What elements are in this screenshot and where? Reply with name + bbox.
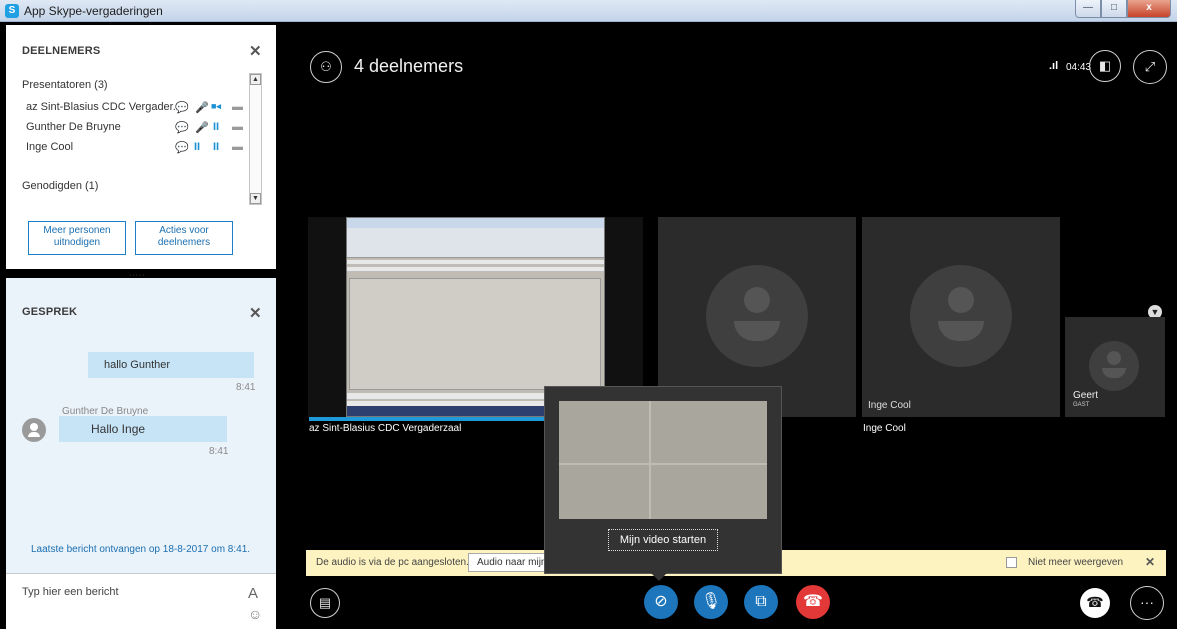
screen-icon: ▬ (232, 121, 243, 133)
participants-close-icon[interactable]: ✕ (249, 42, 262, 60)
participant-name: Gunther De Bruyne (26, 121, 121, 133)
presenters-label[interactable]: Presentatoren (3) (22, 79, 108, 91)
tile-label: az Sint-Blasius CDC Vergaderzaal (309, 423, 462, 434)
skype-logo-icon: S (5, 4, 19, 18)
more-options-icon[interactable]: ··· (1130, 586, 1164, 620)
tile-label: Inge Cool (863, 423, 906, 434)
call-duration: 04:43 (1066, 62, 1092, 73)
signal-strength-icon: .ıl (1049, 60, 1059, 72)
fullscreen-icon[interactable]: ⤢ (1133, 50, 1167, 84)
participant-count: 4 deelnemers (354, 56, 464, 76)
banner-close-icon[interactable]: ✕ (1145, 555, 1155, 569)
window-title: App Skype-vergaderingen (24, 4, 163, 18)
message-input[interactable]: Typ hier een bericht A ☺ (6, 573, 276, 629)
close-button[interactable]: x (1127, 0, 1171, 18)
dont-show-checkbox[interactable] (1006, 557, 1017, 568)
hang-up-icon[interactable]: ☎ (796, 585, 830, 619)
participants-panel: DEELNEMERS ✕ Presentatoren (3) az Sint-B… (6, 25, 276, 269)
message-input-placeholder: Typ hier een bericht (22, 586, 119, 598)
message-bubble: Hallo Inge (59, 416, 227, 442)
chat-heading: GESPREK (22, 306, 78, 318)
participant-row[interactable]: az Sint-Blasius CDC Vergader... 💬 🎤 ■◂ ▬ (22, 100, 243, 116)
screen-icon: ▬ (232, 141, 243, 153)
share-screen-icon[interactable]: ⧉ (744, 585, 778, 619)
chat-close-icon[interactable]: ✕ (249, 304, 262, 322)
minimize-button[interactable]: — (1075, 0, 1101, 18)
left-panel: DEELNEMERS ✕ Presentatoren (3) az Sint-B… (6, 25, 276, 629)
participants-toggle-icon[interactable]: ⚇ (310, 51, 342, 83)
start-video-button[interactable]: Mijn video starten (608, 529, 718, 551)
participant-video-tile[interactable]: Geert GAST (1065, 317, 1165, 417)
chat-icon: 💬 (175, 102, 189, 114)
layout-toggle-icon[interactable]: ◧ (1089, 50, 1121, 82)
video-preview-popup: Mijn video starten (544, 386, 782, 581)
participants-heading: DEELNEMERS (22, 45, 101, 57)
chat-toggle-icon[interactable]: ▤ (310, 588, 340, 618)
last-message-status: Laatste bericht ontvangen op 18-8-2017 o… (31, 544, 251, 555)
self-video-preview (559, 401, 767, 519)
participants-scrollbar[interactable]: ▲ ▼ (249, 73, 262, 205)
participant-row[interactable]: Gunther De Bruyne 💬 🎤 II ▬ (22, 120, 243, 136)
avatar (706, 265, 808, 367)
emoji-icon[interactable]: ☺ (248, 606, 262, 622)
mic-icon: 🎤 (195, 122, 209, 134)
font-icon[interactable]: A (248, 585, 258, 602)
participant-actions-button[interactable]: Acties voor deelnemers (135, 221, 233, 255)
mic-muted-icon[interactable]: 🎙 (694, 585, 728, 619)
chat-icon: 💬 (175, 122, 189, 134)
scroll-down-icon[interactable]: ▼ (250, 193, 261, 204)
pause-icon: II (213, 121, 220, 133)
meeting-stage: ⚇ 4 deelnemers .ıl 04:43 ◧ ⤢ az Sint-Bla… (282, 25, 1177, 629)
participant-name: az Sint-Blasius CDC Vergader... (26, 101, 182, 113)
message-time: 8:41 (236, 382, 256, 393)
guest-badge: GAST (1073, 402, 1090, 408)
message-bubble: hallo Gunther (88, 352, 254, 378)
mic-icon: 🎤 (195, 102, 209, 114)
dialpad-phone-icon[interactable]: ☎ (1080, 588, 1110, 618)
participant-video-tile[interactable]: Inge Cool (862, 217, 1060, 417)
participant-row[interactable]: Inge Cool 💬 II II ▬ (22, 140, 243, 156)
pause-icon: II (213, 141, 220, 153)
video-icon: ■◂ (211, 101, 221, 111)
chat-icon: 💬 (175, 142, 189, 154)
active-speaker-bar (309, 417, 545, 421)
screen-icon: ▬ (232, 101, 243, 113)
video-off-icon[interactable]: ⊘ (644, 585, 678, 619)
tile-name: Inge Cool (868, 400, 911, 411)
title-bar: S App Skype-vergaderingen — □ x (0, 0, 1177, 22)
scroll-up-icon[interactable]: ▲ (250, 74, 261, 85)
app-window: S App Skype-vergaderingen — □ x DEELNEME… (0, 0, 1177, 629)
dont-show-label: Niet meer weergeven (1028, 557, 1124, 568)
message-time: 8:41 (209, 446, 229, 457)
tile-name: Geert (1073, 390, 1099, 401)
avatar (1089, 341, 1139, 391)
invite-more-button[interactable]: Meer personen uitnodigen (28, 221, 126, 255)
avatar (22, 418, 46, 442)
maximize-button[interactable]: □ (1101, 0, 1127, 18)
audio-switch-button[interactable]: Audio naar mijn (468, 553, 546, 572)
pause-icon: II (194, 141, 201, 153)
banner-text: De audio is via de pc aangesloten. (316, 557, 469, 568)
invitees-label[interactable]: Genodigden (1) (22, 180, 98, 192)
participant-name: Inge Cool (26, 141, 74, 153)
avatar (910, 265, 1012, 367)
